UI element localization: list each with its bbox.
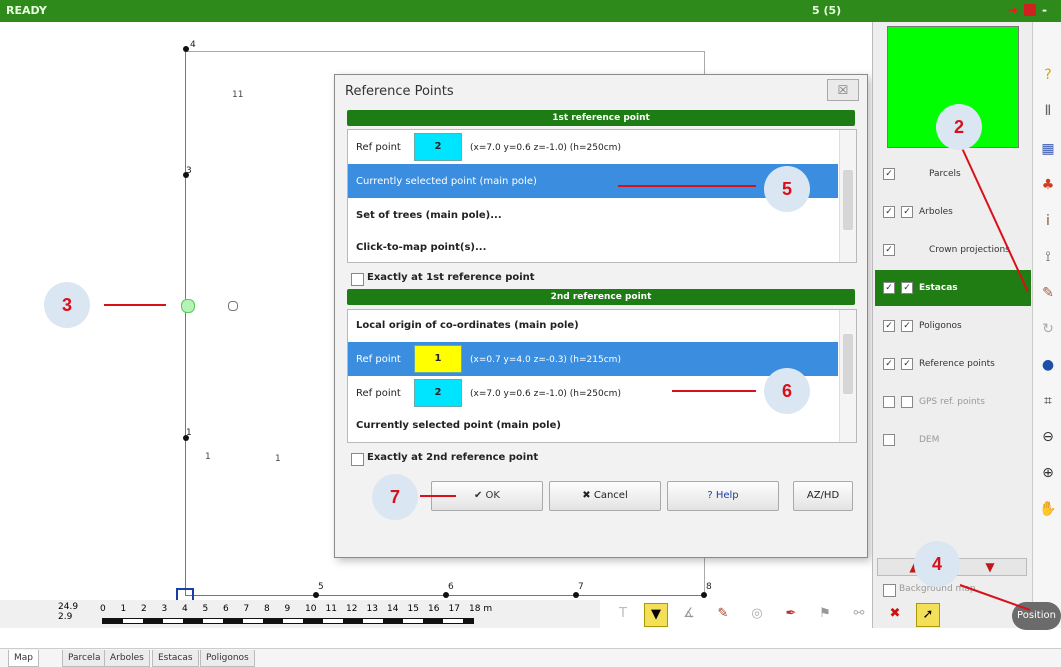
callout-7: 7 — [372, 474, 418, 520]
callout-3: 3 — [44, 282, 90, 328]
callout-6: 6 — [764, 368, 810, 414]
callout-2: 2 — [936, 104, 982, 150]
callout-5: 5 — [764, 166, 810, 212]
callout-4: 4 — [914, 541, 960, 587]
callout-lines — [104, 147, 1031, 611]
